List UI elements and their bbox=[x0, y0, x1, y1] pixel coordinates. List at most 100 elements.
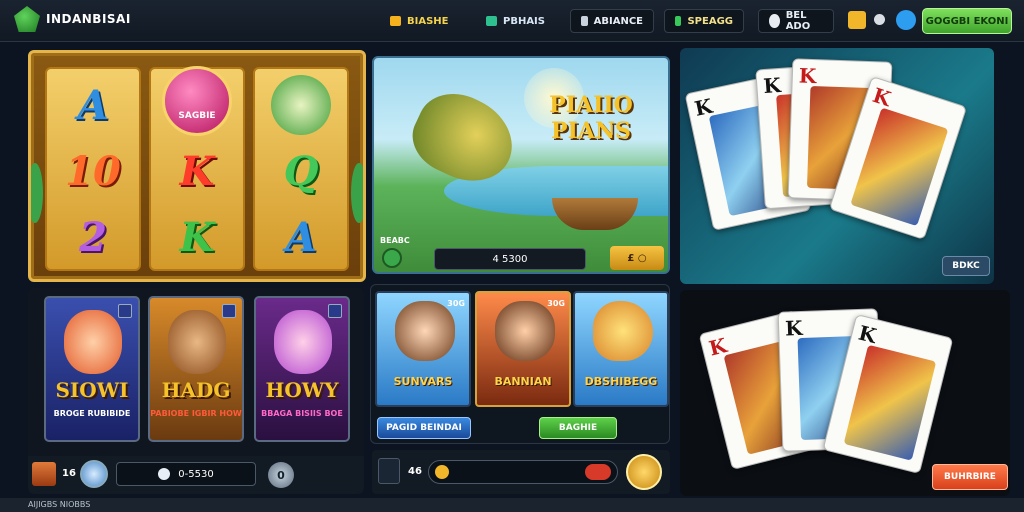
coin-icon bbox=[158, 468, 171, 480]
card-rank: K bbox=[798, 63, 817, 89]
games-panel: 30G SUNVARS 30G BANNIAN DBSHIBEGG PAGID … bbox=[370, 284, 670, 444]
hero-badge-icon bbox=[328, 304, 342, 318]
heroes-balance-field: 0-5530 bbox=[116, 462, 256, 486]
brand-logo[interactable]: INDANBISAI bbox=[14, 6, 131, 32]
hero-subtitle: BROGE RUBIBIDE bbox=[53, 409, 131, 418]
hero-title: SIOWI bbox=[55, 378, 129, 402]
nav-item-5[interactable]: BEL ADO bbox=[758, 9, 834, 33]
hero-title: HOWY bbox=[265, 378, 339, 402]
card-rank: K bbox=[856, 320, 879, 349]
card-rank: K bbox=[869, 82, 894, 112]
game-title: BANNIAN bbox=[494, 375, 552, 388]
game-title: DBSHIBEGG bbox=[584, 375, 658, 388]
card-hand-panel[interactable]: K K K BUHRBIRE bbox=[680, 290, 1010, 496]
diamond-icon[interactable] bbox=[80, 460, 108, 488]
reel-2: SAGBIE K K bbox=[149, 66, 245, 271]
games-balance-field bbox=[428, 460, 618, 484]
reel-symbol: Q bbox=[283, 147, 319, 195]
game-tag: 30G bbox=[547, 299, 565, 308]
flag-icon[interactable] bbox=[32, 462, 56, 486]
hero-badge-icon bbox=[118, 304, 132, 318]
boat-icon bbox=[552, 198, 638, 230]
top-bar: INDANBISAI BIASHE PBHAIS ABIANCE SPEAGG … bbox=[0, 0, 1024, 42]
hero-card[interactable]: HOWY BBAGA BISIIS BOE bbox=[254, 296, 350, 442]
add-coins-button[interactable] bbox=[585, 464, 611, 480]
mascot-symbol bbox=[255, 75, 347, 135]
user-icon bbox=[769, 14, 780, 28]
reel-symbol: A bbox=[77, 81, 109, 129]
nav-label: BIASHE bbox=[407, 15, 449, 27]
heroes-panel: SIOWI BROGE RUBIBIDE HADG PABIOBE IGBIR … bbox=[28, 288, 364, 494]
game-title: SUNVARS bbox=[393, 375, 453, 388]
reel-symbol: K bbox=[179, 213, 215, 261]
heroes-balance: 0-5530 bbox=[178, 468, 214, 480]
slot-machine-panel[interactable]: A 10 2 SAGBIE K K Q A bbox=[28, 50, 366, 282]
ticket-icon bbox=[486, 16, 497, 26]
leaf-ornament-icon bbox=[31, 163, 43, 223]
reel-symbol: 10 bbox=[65, 147, 121, 195]
games-count: 46 bbox=[408, 466, 422, 477]
social-icon[interactable] bbox=[896, 10, 916, 30]
poker-cards-panel[interactable]: K K K K BDKC bbox=[680, 48, 994, 284]
nav-label: ABIANCE bbox=[593, 15, 643, 27]
fishing-balance: 4 5300 bbox=[434, 248, 586, 270]
game-icon bbox=[675, 16, 682, 26]
spin-wheel-icon[interactable] bbox=[626, 454, 662, 490]
star-logo-icon bbox=[14, 6, 40, 32]
games-status-bar: 46 bbox=[372, 450, 670, 494]
player-icon[interactable] bbox=[378, 458, 400, 484]
footer: AIJIGBS NIOBBS bbox=[0, 498, 1024, 512]
game-tag: 30G bbox=[447, 299, 465, 308]
game-portrait bbox=[395, 301, 455, 361]
hero-card[interactable]: SIOWI BROGE RUBIBIDE bbox=[44, 296, 140, 442]
reel-symbol: A bbox=[285, 213, 317, 261]
hero-portrait bbox=[168, 310, 226, 374]
bonus-button[interactable]: BAGHIE bbox=[539, 417, 617, 439]
coin-icon bbox=[435, 465, 449, 479]
nav-label: PBHAIS bbox=[503, 15, 545, 27]
game-card[interactable]: DBSHIBEGG bbox=[573, 291, 669, 407]
login-button[interactable]: GOGGBI EKONI bbox=[922, 8, 1012, 34]
fish-icon bbox=[593, 301, 653, 361]
nav-item-2[interactable]: PBHAIS bbox=[476, 9, 556, 33]
reel-3: Q A bbox=[253, 67, 349, 271]
coin-shop-icon[interactable] bbox=[848, 11, 866, 29]
game-card[interactable]: 30G BANNIAN bbox=[475, 291, 571, 407]
lion-mascot-icon bbox=[271, 75, 331, 135]
card-art bbox=[843, 344, 937, 461]
footer-text: AIJIGBS NIOBBS bbox=[28, 500, 91, 509]
nav-item-3[interactable]: ABIANCE bbox=[570, 9, 654, 33]
heroes-action-button[interactable]: 0 bbox=[268, 462, 294, 488]
menu-icon bbox=[581, 16, 588, 26]
fishing-play-button[interactable]: £ ○ bbox=[610, 246, 664, 270]
nav-item-1[interactable]: BIASHE bbox=[380, 9, 460, 33]
leaf-ornament-icon bbox=[351, 163, 363, 223]
nav-item-4[interactable]: SPEAGG bbox=[664, 9, 744, 33]
heroes-count: 16 bbox=[62, 468, 76, 479]
hero-subtitle: PABIOBE IGBIR HOW bbox=[150, 409, 242, 418]
hero-title: HADG bbox=[161, 378, 231, 402]
hero-card[interactable]: HADG PABIOBE IGBIR HOW bbox=[148, 296, 244, 442]
game-card[interactable]: 30G SUNVARS bbox=[375, 291, 471, 407]
fishing-spin-icon[interactable] bbox=[382, 248, 402, 268]
orb-label: SAGBIE bbox=[178, 111, 216, 121]
hero-portrait bbox=[274, 310, 332, 374]
play-now-button[interactable]: PAGID BEINDAI bbox=[377, 417, 471, 439]
bonus-orb: SAGBIE bbox=[151, 66, 243, 136]
fishing-tag: BEABC bbox=[380, 236, 410, 245]
fishing-title: PIAIIO PIANS bbox=[549, 92, 633, 144]
buy-chips-button[interactable]: BUHRBIRE bbox=[932, 464, 1008, 490]
fishing-game-panel[interactable]: PIAIIO PIANS BEABC 4 5300 £ ○ bbox=[372, 56, 670, 274]
hero-badge-icon bbox=[222, 304, 236, 318]
hero-subtitle: BBAGA BISIIS BOE bbox=[261, 409, 343, 418]
nav-label: SPEAGG bbox=[687, 15, 733, 27]
reel-symbol: K bbox=[179, 147, 215, 195]
game-portrait bbox=[495, 301, 555, 361]
card-art bbox=[850, 107, 949, 227]
cards-play-button[interactable]: BDKC bbox=[942, 256, 990, 276]
nav-label: BEL ADO bbox=[785, 10, 811, 32]
reel-symbol: 2 bbox=[79, 213, 107, 261]
chest-icon bbox=[390, 16, 401, 26]
notification-icon[interactable] bbox=[874, 14, 885, 25]
card-rank: K bbox=[784, 315, 803, 341]
